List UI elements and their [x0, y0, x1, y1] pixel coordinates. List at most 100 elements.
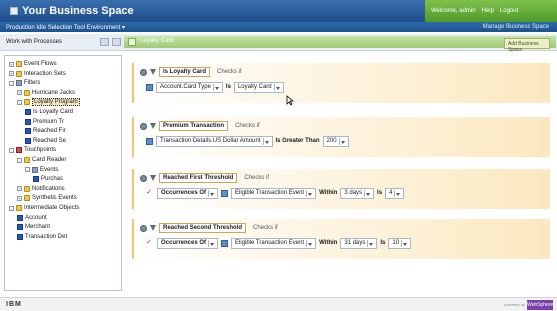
- dropdown-icon[interactable]: [306, 189, 313, 197]
- add-business-space-button[interactable]: Add Business Space: [504, 38, 550, 53]
- function-value: Occurrences Of: [161, 240, 207, 246]
- filter-icon: [150, 122, 156, 130]
- tree-item[interactable]: + Synthetic Events: [17, 194, 77, 202]
- expand-icon[interactable]: +: [17, 186, 22, 192]
- tree-item[interactable]: Transaction Det: [17, 233, 67, 241]
- filter-name[interactable]: Premium Transaction: [159, 121, 229, 131]
- tree-item[interactable]: - Card Reader: [17, 156, 66, 164]
- dropdown-icon[interactable]: [212, 83, 219, 91]
- period-select[interactable]: 3 days: [340, 187, 375, 199]
- collapse-icon[interactable]: -: [25, 167, 30, 173]
- user-area: Welcome, admin Help Logout: [425, 0, 557, 22]
- field-select[interactable]: Account.Card Type: [156, 81, 223, 93]
- tree-item[interactable]: Is Loyalty Card: [25, 108, 73, 116]
- tab-loyalty-card[interactable]: Loyalty Card: [140, 38, 174, 44]
- value-field[interactable]: 200: [322, 135, 349, 147]
- field-value: Transaction Details.US Dollar Amount: [160, 138, 261, 144]
- dropdown-icon[interactable]: [394, 189, 401, 197]
- tree-item-label: Is Loyalty Card: [33, 109, 74, 115]
- expand-icon[interactable]: +: [9, 71, 14, 77]
- collapse-icon[interactable]: -: [17, 99, 22, 105]
- folder-icon: [24, 99, 30, 106]
- filter-editor: Is Loyalty Card Checks if Account.Card Typ…: [128, 55, 553, 291]
- checks-if-label: Checks if: [235, 123, 260, 129]
- field-value: Eligible Transaction Event: [235, 240, 305, 246]
- function-select[interactable]: Occurrences Of: [157, 237, 219, 249]
- dropdown-icon[interactable]: [401, 239, 408, 247]
- tree-item[interactable]: + Event Flows: [9, 60, 57, 68]
- maximize-button[interactable]: [112, 38, 121, 46]
- logout-link[interactable]: Logout: [500, 8, 518, 14]
- environment-selector[interactable]: Production Idle Selection Tool Environme…: [6, 24, 125, 31]
- settings-icon[interactable]: [140, 68, 147, 76]
- tree-item[interactable]: - Touchpoints: [9, 146, 56, 154]
- value-text: 10: [392, 240, 400, 246]
- field-select[interactable]: Transaction Details.US Dollar Amount: [156, 135, 273, 147]
- settings-icon[interactable]: [140, 174, 147, 182]
- expand-icon[interactable]: +: [9, 61, 14, 67]
- collapse-icon[interactable]: -: [9, 147, 14, 153]
- value-field[interactable]: 10: [388, 237, 412, 249]
- function-select[interactable]: Occurrences Of: [157, 187, 219, 199]
- tree-item[interactable]: - Loyalty Program: [17, 98, 80, 107]
- tree-item-label: Interaction Sets: [24, 70, 66, 77]
- collapse-icon[interactable]: -: [9, 205, 14, 211]
- condition-row: ✓ Occurrences Of Eligible Transaction Even…: [146, 187, 405, 199]
- dropdown-icon[interactable]: [364, 189, 371, 197]
- settings-icon[interactable]: [140, 224, 147, 232]
- dropdown-icon[interactable]: [262, 137, 269, 145]
- dropdown-icon[interactable]: [306, 239, 313, 247]
- filter-name[interactable]: Reached First Threshold: [159, 173, 238, 183]
- field-select[interactable]: Eligible Transaction Event: [231, 187, 317, 199]
- dropdown-icon[interactable]: [338, 137, 345, 145]
- dropdown-icon[interactable]: [273, 83, 280, 91]
- item-icon: [33, 176, 39, 183]
- tree-item-label: Notifications: [32, 185, 65, 192]
- settings-icon[interactable]: [140, 122, 147, 130]
- operator-label[interactable]: Is: [380, 240, 385, 246]
- tree-item-label: Loyalty Program: [32, 98, 80, 107]
- value-field[interactable]: Loyalty Card: [233, 81, 284, 93]
- operator-label[interactable]: Is: [377, 190, 382, 196]
- tree-item[interactable]: Reached Fir: [25, 127, 66, 135]
- dropdown-icon[interactable]: [208, 189, 215, 197]
- dropdown-icon[interactable]: [208, 239, 215, 247]
- tree-item[interactable]: Premium Tr: [25, 118, 64, 126]
- tree-item[interactable]: Merchant: [17, 223, 50, 231]
- operator-label[interactable]: Is: [226, 84, 231, 90]
- value-field[interactable]: 4: [385, 187, 405, 199]
- tree-item[interactable]: + Interaction Sets: [9, 70, 66, 78]
- tree-item[interactable]: + Notifications: [17, 185, 65, 193]
- expand-icon[interactable]: +: [17, 195, 22, 201]
- entity-icon: [146, 83, 153, 91]
- tree-item[interactable]: - Filters: [9, 79, 40, 87]
- mouse-cursor-icon: [286, 95, 295, 106]
- filter-name[interactable]: Is Loyalty Card: [159, 67, 211, 77]
- expand-icon[interactable]: +: [17, 90, 22, 96]
- tree-item[interactable]: - Intermediate Objects: [9, 204, 79, 212]
- tree-item-label: Card Reader: [32, 157, 67, 163]
- welcome-link[interactable]: Welcome, admin: [431, 8, 476, 14]
- footer: IBM powered by WebSphere: [0, 297, 557, 311]
- collapse-icon[interactable]: -: [17, 157, 22, 163]
- function-value: Occurrences Of: [161, 190, 207, 196]
- tree-item[interactable]: Reached Se: [25, 137, 66, 145]
- tree-item[interactable]: Purchas: [33, 175, 63, 183]
- collapse-icon[interactable]: -: [9, 80, 14, 86]
- collapse-button[interactable]: [100, 38, 109, 46]
- manage-space-link[interactable]: Manage Business Space: [483, 24, 549, 30]
- operator-label[interactable]: Is Greater Than: [276, 138, 320, 144]
- tree-item[interactable]: Account: [17, 214, 47, 222]
- field-select[interactable]: Eligible Transaction Event: [231, 237, 317, 249]
- item-icon: [17, 233, 23, 240]
- filter-block: Reached First Threshold Checks if ✓ Occurre…: [132, 169, 550, 209]
- item-icon: [25, 118, 31, 125]
- filter-name[interactable]: Reached Second Threshold: [159, 223, 247, 233]
- dropdown-icon[interactable]: [367, 239, 374, 247]
- tree-item[interactable]: + Hurricane Jacks: [17, 89, 75, 97]
- period-select[interactable]: 31 days: [340, 237, 378, 249]
- tree-item-label: Filters: [24, 80, 41, 87]
- help-link[interactable]: Help: [482, 8, 494, 14]
- tree-item[interactable]: - Events: [25, 166, 58, 174]
- websphere-logo: WebSphere: [527, 300, 554, 310]
